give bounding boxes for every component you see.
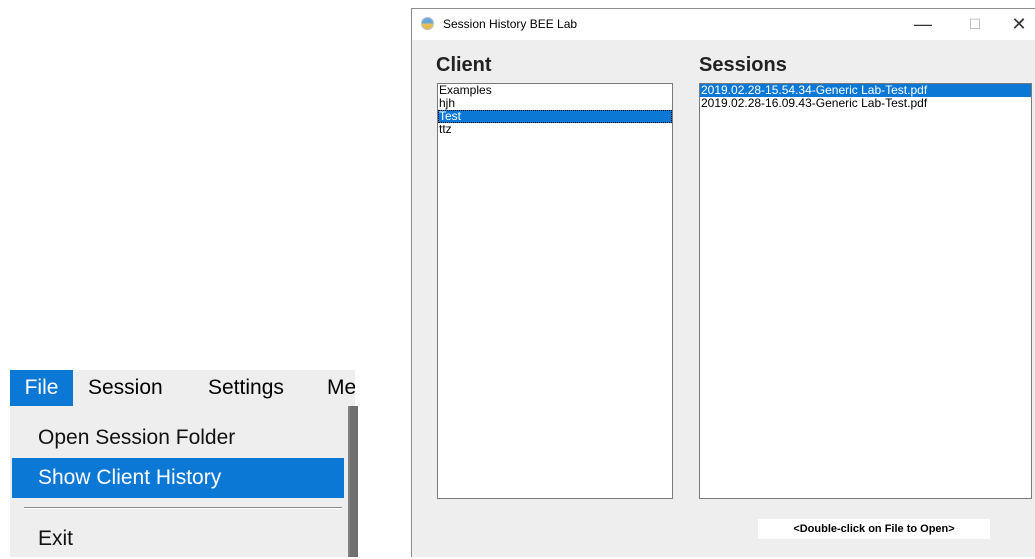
- client-heading: Client: [436, 54, 492, 76]
- client-list-item[interactable]: ttz: [438, 123, 672, 136]
- title-bar: Session History BEE Lab — ☐ ✕: [412, 9, 1035, 40]
- menu-item-show-client-history[interactable]: Show Client History: [12, 458, 344, 498]
- maximize-icon[interactable]: ☐: [952, 9, 998, 40]
- menu-session[interactable]: Session: [88, 370, 163, 406]
- client-list[interactable]: Examples hjh Test ttz: [437, 83, 673, 499]
- app-icon: [421, 17, 434, 30]
- file-dropdown-menu: Open Session Folder Show Client History …: [10, 406, 350, 557]
- menu-more[interactable]: Me: [327, 370, 355, 406]
- background-window-edge: [350, 406, 358, 557]
- menu-item-exit[interactable]: Exit: [12, 519, 344, 559]
- client-list-item-selected[interactable]: Test: [438, 110, 672, 123]
- menu-bar: File Session Settings Me: [10, 370, 355, 406]
- sessions-heading: Sessions: [699, 54, 787, 76]
- session-history-window: Session History BEE Lab — ☐ ✕ Client Ses…: [411, 8, 1035, 557]
- menu-separator: [24, 507, 342, 509]
- menu-file[interactable]: File: [10, 370, 73, 406]
- session-list-item[interactable]: 2019.02.28-16.09.43-Generic Lab-Test.pdf: [700, 97, 1031, 110]
- client-list-item[interactable]: Examples: [438, 84, 672, 97]
- close-icon[interactable]: ✕: [996, 9, 1035, 40]
- double-click-hint: <Double-click on File to Open>: [758, 519, 990, 539]
- minimize-icon[interactable]: —: [900, 9, 946, 40]
- session-list[interactable]: 2019.02.28-15.54.34-Generic Lab-Test.pdf…: [699, 83, 1032, 499]
- window-title: Session History BEE Lab: [443, 17, 578, 31]
- menu-settings[interactable]: Settings: [208, 370, 284, 406]
- client-list-item[interactable]: hjh: [438, 97, 672, 110]
- menu-item-open-session-folder[interactable]: Open Session Folder: [12, 418, 344, 458]
